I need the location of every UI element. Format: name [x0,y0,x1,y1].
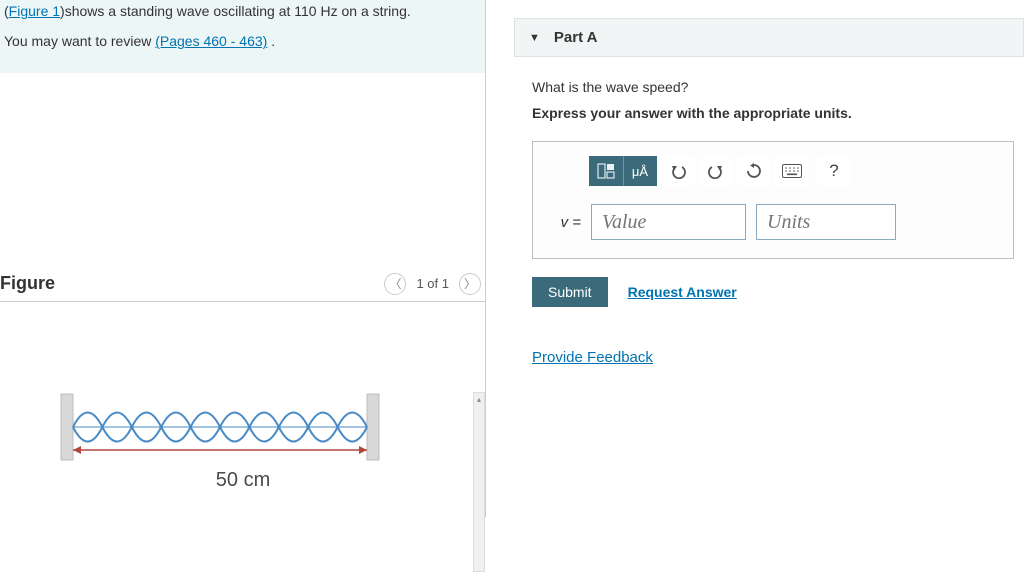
problem-intro: (Figure 1)shows a standing wave oscillat… [0,0,485,73]
units-tool-button[interactable]: μÅ [623,156,657,186]
reset-button[interactable] [737,156,771,186]
equation-label: v = [549,214,581,231]
help-button[interactable]: ? [817,156,851,186]
figure-next-button[interactable]: 〉 [459,273,481,295]
answer-toolbar: μÅ ? [589,156,997,186]
provide-feedback-link[interactable]: Provide Feedback [532,349,653,366]
templates-tool-button[interactable] [589,156,623,186]
review-suffix: . [267,33,275,49]
redo-icon [708,163,724,179]
undo-button[interactable] [661,156,695,186]
figure-counter: 1 of 1 [416,276,449,291]
answer-box: μÅ ? v = [532,141,1014,259]
undo-icon [670,163,686,179]
part-a-header[interactable]: ▼ Part A [514,18,1024,57]
standing-wave-figure: 50 cm [0,392,471,492]
figure-prev-button[interactable]: 〈 [384,273,406,295]
figure-title: Figure [0,273,55,294]
intro-text-1: shows a standing wave oscillating at 110… [65,3,411,19]
figure-length-label: 50 cm [55,469,471,492]
question-text: What is the wave speed? [532,79,1014,95]
figure-link[interactable]: Figure 1 [9,3,60,19]
scroll-up-icon[interactable]: ▴ [474,393,484,407]
units-input[interactable] [756,204,896,240]
question-instruction: Express your answer with the appropriate… [532,105,1014,121]
fraction-icon [597,163,615,179]
request-answer-link[interactable]: Request Answer [628,284,737,300]
pages-link[interactable]: (Pages 460 - 463) [155,33,267,49]
figure-scrollbar[interactable]: ▴ [473,392,485,572]
keyboard-button[interactable] [775,156,809,186]
collapse-caret-icon: ▼ [529,32,540,44]
reset-icon [746,163,762,179]
submit-button[interactable]: Submit [532,277,608,307]
review-prefix: You may want to review [4,33,155,49]
figure-header: Figure 〈 1 of 1 〉 [0,273,485,302]
redo-button[interactable] [699,156,733,186]
part-label: Part A [554,29,598,46]
keyboard-icon [782,164,802,178]
value-input[interactable] [591,204,746,240]
